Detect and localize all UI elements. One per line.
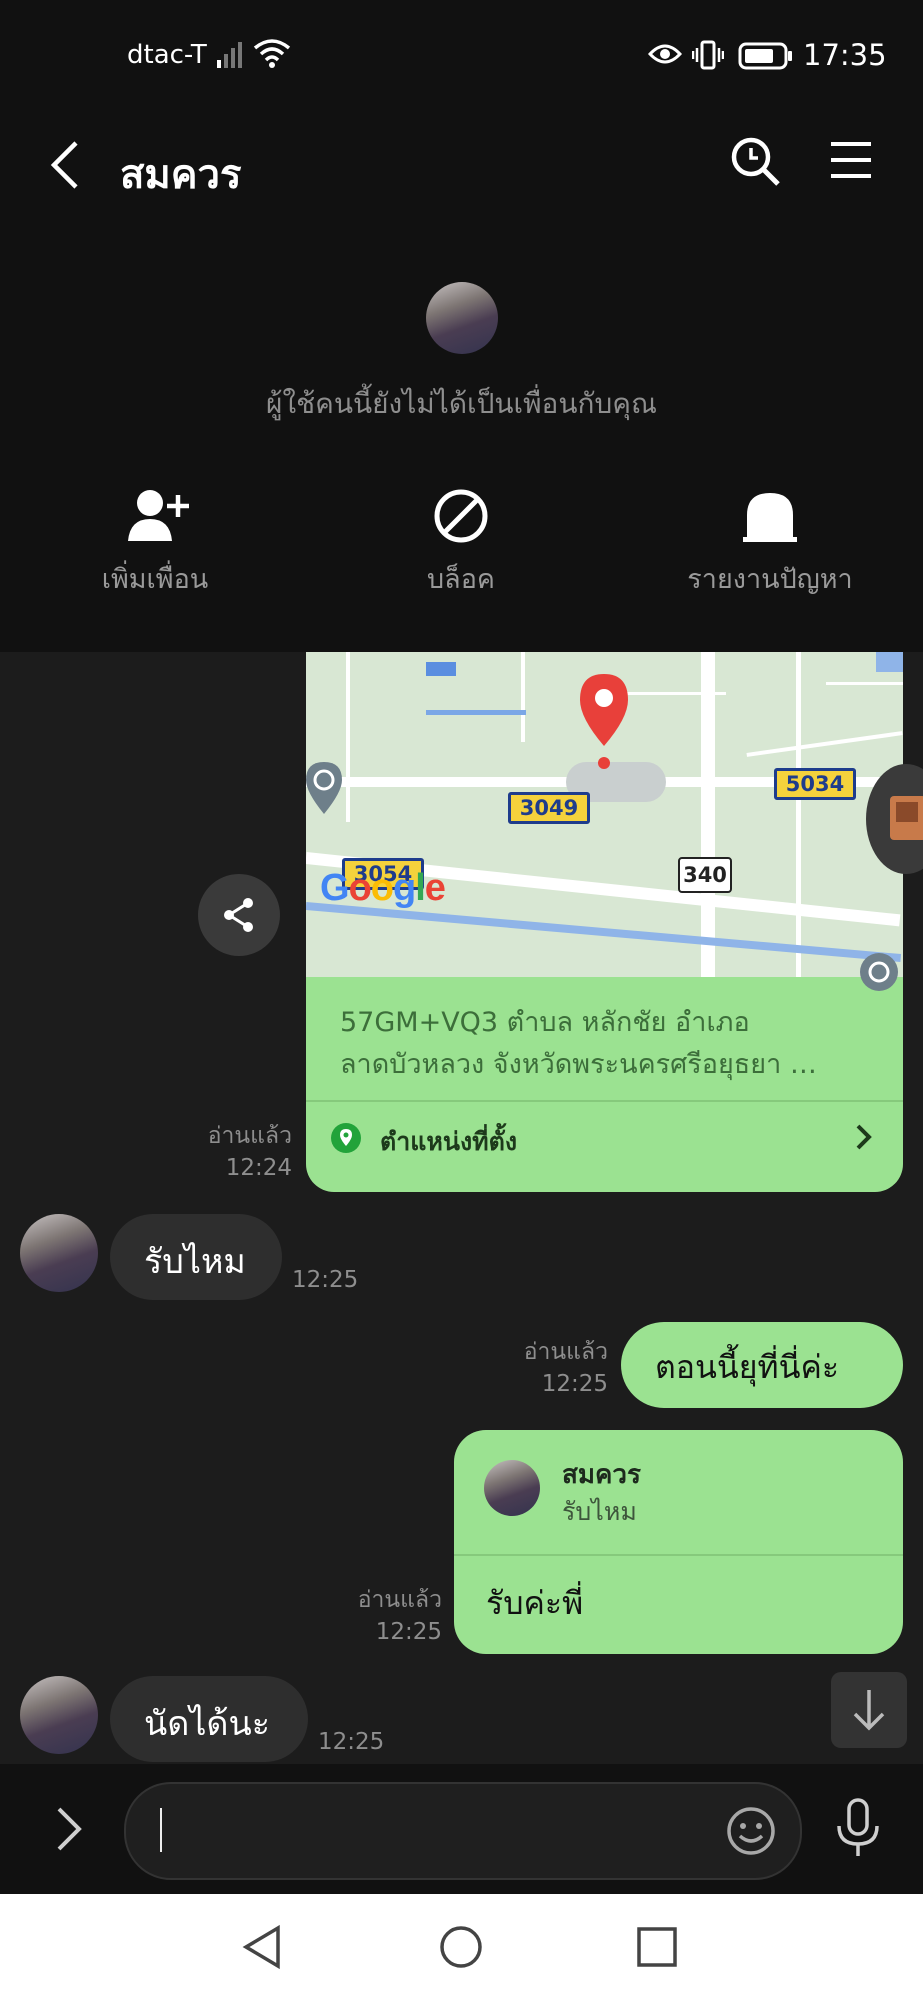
message-meta: อ่านแล้ว 12:25 xyxy=(330,1584,442,1648)
location-address: 57GM+VQ3 ตำบล หลักชัย อำเภอ ลาดบัวหลวง จ… xyxy=(340,1002,880,1086)
message-time: 12:25 xyxy=(292,1267,359,1293)
reply-message[interactable]: สมควร รับไหม รับค่ะพี่ xyxy=(454,1430,903,1654)
clock-time: 17:35 xyxy=(803,38,887,72)
wifi-icon xyxy=(253,38,291,74)
temple-icon-2 xyxy=(859,952,899,996)
message-text: รับไหม xyxy=(144,1242,246,1282)
road-label-3049: 3049 xyxy=(508,792,590,824)
read-receipt: อ่านแล้ว xyxy=(357,1587,442,1613)
address-line-2: ลาดบัวหลวง จังหวัดพระนครศรีอยุธยา … xyxy=(340,1049,817,1080)
battery-icon xyxy=(738,42,794,74)
search-button[interactable] xyxy=(728,134,782,192)
temple-icon xyxy=(306,762,342,822)
map-thumbnail[interactable]: 3049 3054 5034 340 Google xyxy=(306,652,903,991)
share-button[interactable] xyxy=(198,874,280,956)
menu-button[interactable] xyxy=(829,138,873,186)
status-bar: dtac-T 17:35 xyxy=(0,0,923,112)
report-label: รายงานปัญหา xyxy=(687,564,853,595)
message-text: นัดได้นะ xyxy=(144,1704,271,1744)
text-cursor xyxy=(160,1808,162,1852)
chat-area[interactable]: 3049 3054 5034 340 Google 57GM+VQ3 ตำบล … xyxy=(0,652,923,1764)
emoji-icon[interactable] xyxy=(726,1806,776,1860)
quoted-text: รับไหม xyxy=(562,1497,637,1526)
message-text: รับค่ะพี่ xyxy=(486,1584,584,1622)
quoted-avatar xyxy=(484,1460,540,1516)
incoming-message[interactable]: นัดได้นะ xyxy=(110,1676,308,1762)
contact-avatar[interactable] xyxy=(426,282,498,354)
carrier-label: dtac-T xyxy=(127,40,207,70)
chat-header: สมควร ผู้ใช้คนนี้ยังไม่ได้เป็นเพื่อนกับค… xyxy=(0,112,923,652)
outgoing-message[interactable]: ตอนนี้ยุที่นี่ค่ะ xyxy=(621,1322,903,1408)
location-pin-icon xyxy=(330,1122,362,1158)
vibrate-icon xyxy=(691,40,725,74)
nav-home-icon[interactable] xyxy=(438,1924,484,1974)
nav-back-icon[interactable] xyxy=(240,1924,286,1974)
message-meta: อ่านแล้ว 12:25 xyxy=(500,1336,608,1400)
map-pin-icon xyxy=(576,672,632,776)
expand-button[interactable] xyxy=(54,1804,84,1858)
block-icon xyxy=(432,487,490,549)
road-label-5034: 5034 xyxy=(774,768,856,800)
read-receipt: อ่านแล้ว xyxy=(523,1339,608,1365)
incoming-message[interactable]: รับไหม xyxy=(110,1214,282,1300)
eye-icon xyxy=(647,42,683,70)
report-button[interactable]: รายงานปัญหา xyxy=(665,487,875,597)
share-icon xyxy=(220,896,258,938)
nav-recents-icon[interactable] xyxy=(634,1924,680,1974)
scroll-to-bottom-button[interactable] xyxy=(831,1672,907,1748)
message-time: 12:24 xyxy=(225,1155,292,1181)
block-label: บล็อค xyxy=(427,564,495,595)
arrow-down-icon xyxy=(851,1688,887,1736)
location-message[interactable]: 3049 3054 5034 340 Google 57GM+VQ3 ตำบล … xyxy=(306,652,903,1192)
add-friend-label: เพิ่มเพื่อน xyxy=(101,564,209,595)
microphone-icon[interactable] xyxy=(834,1798,882,1864)
block-button[interactable]: บล็อค xyxy=(366,487,556,597)
add-friend-icon xyxy=(126,487,194,547)
location-label: ตำแหน่งที่ตั้ง xyxy=(380,1127,518,1156)
not-friend-notice: ผู้ใช้คนนี้ยังไม่ได้เป็นเพื่อนกับคุณ xyxy=(266,387,657,420)
sender-avatar[interactable] xyxy=(20,1214,98,1292)
chat-title: สมควร xyxy=(120,152,242,198)
read-receipt: อ่านแล้ว xyxy=(207,1123,292,1149)
add-friend-button[interactable]: เพิ่มเพื่อน xyxy=(60,487,250,597)
location-meta: อ่านแล้ว 12:24 xyxy=(150,1120,292,1184)
message-time: 12:25 xyxy=(375,1619,442,1645)
address-line-1: 57GM+VQ3 ตำบล หลักชัย อำเภอ xyxy=(340,1007,750,1038)
back-button[interactable] xyxy=(48,137,82,197)
sender-avatar[interactable] xyxy=(20,1676,98,1754)
location-footer[interactable]: ตำแหน่งที่ตั้ง xyxy=(306,1102,903,1192)
composer-bar xyxy=(0,1764,923,1894)
google-logo: Google xyxy=(320,867,446,909)
chevron-right-icon xyxy=(852,1120,876,1158)
report-icon xyxy=(743,489,797,547)
message-time: 12:25 xyxy=(541,1371,608,1397)
road-label-340: 340 xyxy=(678,857,732,893)
signal-icon xyxy=(215,40,247,72)
message-time: 12:25 xyxy=(318,1729,385,1755)
message-input[interactable] xyxy=(124,1782,802,1880)
quoted-sender: สมควร xyxy=(562,1460,641,1490)
message-text: ตอนนี้ยุที่นี่ค่ะ xyxy=(655,1348,840,1386)
book-icon xyxy=(888,794,923,846)
system-nav-bar xyxy=(0,1894,923,2000)
